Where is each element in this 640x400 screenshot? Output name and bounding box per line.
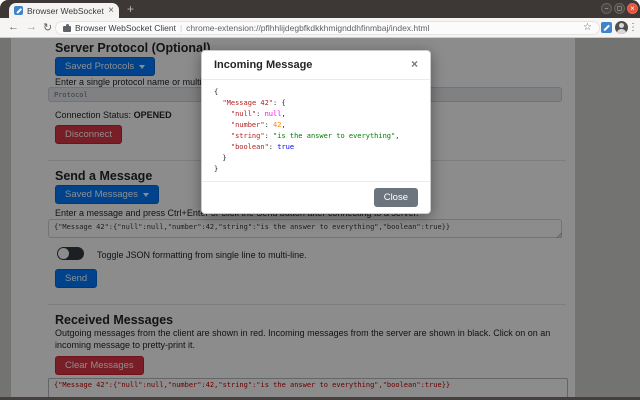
- url-separator: |: [180, 23, 182, 33]
- modal-close-icon[interactable]: ×: [411, 59, 418, 70]
- browser-tab[interactable]: Browser WebSocket Client ×: [9, 3, 119, 18]
- tab-title: Browser WebSocket Client: [27, 6, 104, 16]
- close-window-button[interactable]: ×: [627, 3, 638, 14]
- url-text: chrome-extension://pflhhlijdegbfkdkkhmig…: [186, 23, 579, 33]
- window-controls: – ▢ ×: [601, 3, 638, 14]
- minimize-button[interactable]: –: [601, 3, 612, 14]
- browser-menu-icon[interactable]: ⋮: [628, 22, 638, 33]
- url-bar[interactable]: Browser WebSocket Client | chrome-extens…: [55, 21, 600, 35]
- url-site-name: Browser WebSocket Client: [75, 23, 176, 33]
- browser-titlebar: Browser WebSocket Client × + – ▢ ×: [0, 0, 640, 18]
- modal-body: { "Message 42": { "null": null, "number"…: [202, 80, 430, 181]
- tab-close-icon[interactable]: ×: [108, 6, 114, 16]
- modal-title: Incoming Message: [214, 59, 312, 71]
- new-tab-button[interactable]: +: [127, 2, 134, 16]
- bookmark-star-icon[interactable]: ☆: [583, 23, 592, 33]
- websocket-client-favicon-icon: [14, 6, 23, 15]
- reload-icon[interactable]: ↻: [43, 21, 52, 34]
- incoming-message-modal: Incoming Message × { "Message 42": { "nu…: [201, 50, 431, 214]
- maximize-button[interactable]: ▢: [614, 3, 625, 14]
- profile-avatar[interactable]: [615, 21, 628, 34]
- modal-close-button[interactable]: Close: [374, 188, 418, 207]
- modal-footer: Close: [202, 181, 430, 213]
- modal-header: Incoming Message ×: [202, 51, 430, 80]
- browser-window: Browser WebSocket Client × + – ▢ × ← → ↻…: [0, 0, 640, 400]
- websocket-extension-icon[interactable]: [601, 22, 612, 33]
- browser-toolbar: ← → ↻ Browser WebSocket Client | chrome-…: [0, 18, 640, 38]
- forward-icon[interactable]: →: [26, 21, 37, 33]
- modal-json[interactable]: { "Message 42": { "null": null, "number"…: [214, 87, 418, 175]
- extension-page-icon: [63, 26, 71, 32]
- back-icon[interactable]: ←: [8, 21, 19, 33]
